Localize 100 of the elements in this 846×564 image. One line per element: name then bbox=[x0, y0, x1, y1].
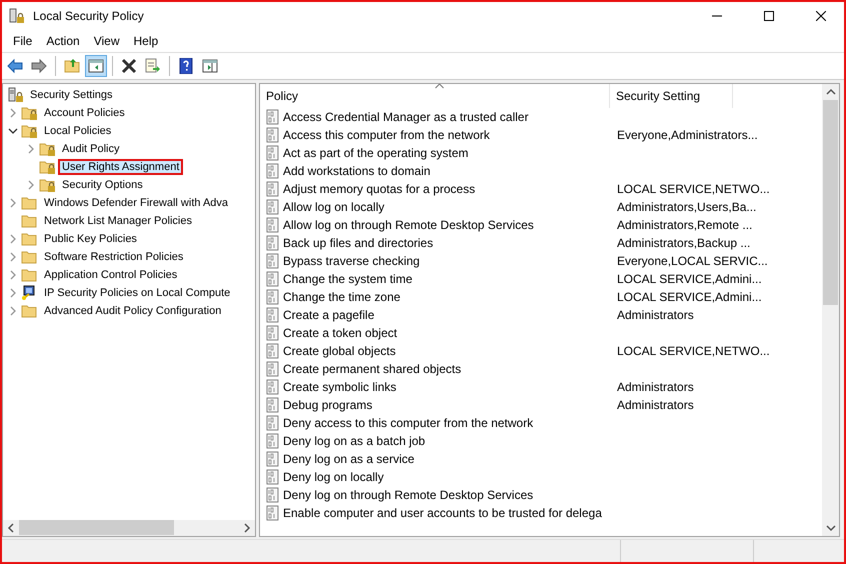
delete-icon bbox=[121, 58, 137, 74]
policy-icon bbox=[266, 271, 280, 287]
policy-name: Change the system time bbox=[283, 272, 412, 286]
menu-item[interactable]: File bbox=[6, 32, 40, 50]
policy-icon bbox=[266, 181, 280, 197]
scrollbar-thumb[interactable] bbox=[823, 100, 838, 305]
policy-icon bbox=[266, 145, 280, 161]
tree-item[interactable]: Audit Policy bbox=[58, 141, 124, 157]
tree-item[interactable]: Security Settings bbox=[26, 87, 117, 103]
security-setting: Administrators bbox=[616, 308, 694, 322]
policy-name: Deny log on locally bbox=[283, 470, 384, 484]
tree-item[interactable]: Account Policies bbox=[40, 105, 129, 121]
folder-icon bbox=[21, 195, 38, 211]
folder-up-icon bbox=[64, 58, 80, 74]
folder-lock-icon bbox=[39, 177, 56, 193]
tree-item[interactable]: Advanced Audit Policy Configuration bbox=[40, 303, 226, 319]
policy-icon bbox=[266, 469, 280, 485]
tree-item[interactable]: Security Options bbox=[58, 177, 147, 193]
policy-name: Deny log on as a batch job bbox=[283, 434, 426, 448]
policy-name: Adjust memory quotas for a process bbox=[283, 182, 476, 196]
folder-lock-icon bbox=[39, 141, 56, 157]
policy-name: Create symbolic links bbox=[283, 380, 396, 394]
folder-icon bbox=[21, 267, 38, 283]
security-setting: LOCAL SERVICE,NETWO... bbox=[616, 344, 770, 358]
security-setting: Administrators,Users,Ba... bbox=[616, 200, 756, 214]
policy-name: Debug programs bbox=[283, 398, 372, 412]
policy-name: Enable computer and user accounts to be trusted for delega bbox=[283, 506, 602, 520]
security-setting: LOCAL SERVICE,Admini... bbox=[616, 290, 762, 304]
policy-name: Change the time zone bbox=[283, 290, 400, 304]
action-pane-icon bbox=[202, 58, 218, 74]
policy-icon bbox=[266, 433, 280, 449]
folder-icon bbox=[21, 213, 38, 229]
policy-name: Allow log on through Remote Desktop Services bbox=[283, 218, 534, 232]
policy-name: Add workstations to domain bbox=[283, 164, 430, 178]
tree-item[interactable]: Application Control Policies bbox=[40, 267, 182, 283]
toolbar-button[interactable] bbox=[85, 55, 107, 77]
security-setting: Everyone,LOCAL SERVIC... bbox=[616, 254, 768, 268]
tree-item[interactable]: Public Key Policies bbox=[40, 231, 141, 247]
security-setting: LOCAL SERVICE,NETWO... bbox=[616, 182, 770, 196]
policy-name: Create permanent shared objects bbox=[283, 362, 462, 376]
folder-lock-icon bbox=[39, 159, 56, 175]
console-tree-icon bbox=[88, 58, 104, 74]
tree-item[interactable]: IP Security Policies on Local Compute bbox=[40, 285, 234, 301]
policy-icon bbox=[266, 253, 280, 269]
help-icon bbox=[178, 58, 194, 74]
policy-icon bbox=[266, 451, 280, 467]
menu-item[interactable]: View bbox=[86, 32, 126, 50]
policy-icon bbox=[266, 343, 280, 359]
security-setting: Administrators bbox=[616, 398, 694, 412]
policy-icon bbox=[266, 379, 280, 395]
policy-icon bbox=[266, 487, 280, 503]
menu-item[interactable]: Help bbox=[126, 32, 166, 50]
policy-name: Allow log on locally bbox=[283, 200, 384, 214]
policy-name: Act as part of the operating system bbox=[283, 146, 468, 160]
policy-name: Back up files and directories bbox=[283, 236, 434, 250]
policy-icon bbox=[266, 361, 280, 377]
policy-name: Deny log on through Remote Desktop Services bbox=[283, 488, 534, 502]
maximize-icon[interactable] bbox=[764, 11, 774, 21]
folder-lock-icon bbox=[21, 123, 38, 139]
tree-item[interactable]: Local Policies bbox=[40, 123, 116, 139]
policy-icon bbox=[266, 289, 280, 305]
server-lock-icon bbox=[7, 87, 24, 103]
column-header[interactable]: Policy bbox=[260, 84, 610, 108]
tree-item[interactable]: Windows Defender Firewall with Adva bbox=[40, 195, 232, 211]
policy-name: Access this computer from the network bbox=[283, 128, 490, 142]
policy-name: Deny access to this computer from the network bbox=[283, 416, 534, 430]
policy-icon bbox=[266, 307, 280, 323]
security-setting: Administrators,Remote ... bbox=[616, 218, 752, 232]
policy-name: Create a token object bbox=[283, 326, 398, 340]
tree-item[interactable]: User Rights Assignment bbox=[58, 159, 184, 175]
policy-name: Deny log on as a service bbox=[283, 452, 414, 466]
policy-icon bbox=[266, 163, 280, 179]
tree-item[interactable]: Software Restriction Policies bbox=[40, 249, 188, 265]
column-header[interactable]: Security Setting bbox=[610, 84, 733, 108]
security-setting: Administrators,Backup ... bbox=[616, 236, 750, 250]
policy-icon bbox=[266, 415, 280, 431]
tree-item[interactable]: Network List Manager Policies bbox=[40, 213, 196, 229]
back-arrow-icon bbox=[7, 58, 23, 74]
policy-icon bbox=[266, 397, 280, 413]
folder-icon bbox=[21, 303, 38, 319]
security-setting: Everyone,Administrators... bbox=[616, 128, 758, 142]
export-list-icon bbox=[145, 58, 161, 74]
policy-name: Bypass traverse checking bbox=[283, 254, 420, 268]
policy-name: Access Credential Manager as a trusted caller bbox=[283, 110, 528, 124]
folder-lock-icon bbox=[21, 105, 38, 121]
policy-name: Create a pagefile bbox=[283, 308, 374, 322]
policy-icon bbox=[266, 199, 280, 215]
forward-arrow-icon bbox=[31, 58, 47, 74]
security-setting: LOCAL SERVICE,Admini... bbox=[616, 272, 762, 286]
policy-icon bbox=[266, 217, 280, 233]
policy-icon bbox=[266, 325, 280, 341]
scrollbar-thumb[interactable] bbox=[19, 520, 174, 535]
policy-icon bbox=[266, 109, 280, 125]
security-setting: Administrators bbox=[616, 380, 694, 394]
policy-icon bbox=[266, 127, 280, 143]
sort-caret-icon bbox=[434, 84, 444, 89]
policy-icon bbox=[266, 235, 280, 251]
close-icon[interactable] bbox=[816, 11, 826, 21]
menu-item[interactable]: Action bbox=[39, 32, 87, 50]
folder-icon bbox=[21, 231, 38, 247]
